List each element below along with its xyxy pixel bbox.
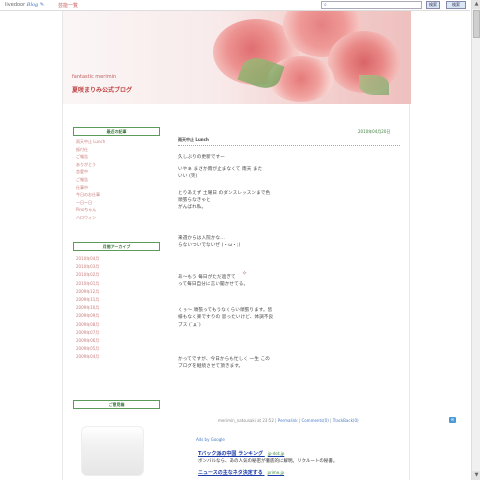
- recent-article-link[interactable]: ご報告: [76, 176, 105, 184]
- entry-text-line: 来週からは入院かな...: [178, 236, 225, 241]
- logo-text: livedoor: [5, 2, 26, 8]
- search-input[interactable]: ⌕: [321, 1, 422, 9]
- archive-link[interactable]: 2009年09月: [76, 312, 99, 320]
- archive-link[interactable]: 2009年08月: [76, 321, 99, 329]
- top-link[interactable]: 芸能一覧: [58, 2, 78, 9]
- recent-article-link[interactable]: 振付仕: [76, 146, 105, 154]
- entry-text-line: ブス (`д´): [178, 323, 201, 328]
- recent-articles-heading: 最近の記事: [73, 127, 160, 136]
- archive-link[interactable]: 2010年02月: [76, 271, 99, 279]
- archive-link[interactable]: 2009年12月: [76, 288, 99, 296]
- recent-article-link[interactable]: 仕事中: [76, 184, 105, 192]
- entry-text-line: がんばれ私。: [178, 205, 207, 210]
- opinion-box-heading: ご意見箱: [73, 400, 160, 409]
- entry-text-line: 頑張らなきゃと: [178, 198, 211, 203]
- search-button[interactable]: 検索: [426, 1, 440, 9]
- entry-footer: merimin_natsusaki at 23:52 | Permalink |…: [218, 418, 359, 423]
- entry-text-line: 様もなく楽ですりの 思ったいけど、体調不良: [178, 315, 274, 320]
- scroll-down-arrow-icon[interactable]: ▼: [472, 471, 480, 480]
- site-subtitle: fantastic merimin: [72, 74, 117, 80]
- archive-link[interactable]: 2009年07月: [76, 329, 99, 337]
- archive-link[interactable]: 2009年05月: [76, 345, 99, 353]
- entry-text-line: らないついでないぜ (・ω・;): [178, 243, 241, 248]
- recent-article-link[interactable]: 一日一日: [76, 199, 105, 207]
- recent-article-link[interactable]: 恋愛中: [76, 168, 105, 176]
- recent-article-link[interactable]: Pinoちゃん: [76, 206, 105, 214]
- header-leaf-image: [359, 75, 389, 95]
- ad-link[interactable]: ニュースの主なネタ決定する prime.jp: [198, 469, 284, 476]
- recent-article-link[interactable]: ありがとう: [76, 161, 105, 169]
- entry-text-line: あ〜もう 毎日がただ過ぎて: [178, 275, 236, 280]
- entry-text-line: って毎日自分に言い聞かせてる。: [178, 282, 249, 287]
- scroll-up-arrow-icon[interactable]: ▲: [472, 0, 480, 9]
- entry-author: merimin_natsusaki at 23:52: [218, 418, 274, 423]
- logo-swoosh-icon: ✎: [39, 2, 45, 8]
- search-button-2[interactable]: 検索: [446, 1, 466, 9]
- vertical-scrollbar[interactable]: ▲ ▼: [471, 0, 480, 480]
- comments-link[interactable]: Comments(0): [301, 418, 328, 423]
- ad-url: prime.jp: [267, 470, 285, 475]
- recent-article-link[interactable]: ご報告: [76, 153, 105, 161]
- ad-url: jp-dot.jp: [267, 451, 285, 456]
- entry-text-line: いやぁ まさか雨が止まなくて 雨天 また: [178, 167, 263, 172]
- ads-by-google-label[interactable]: Ads by Google: [196, 437, 225, 442]
- top-bar: livedoor Blog ✎ 芸能一覧 ⌕ 検索 検索: [0, 0, 470, 11]
- archive-link[interactable]: 2009年10月: [76, 304, 99, 312]
- recent-article-link[interactable]: 今日のお仕事: [76, 191, 105, 199]
- entry-title[interactable]: 雨天中止 Lunch: [178, 137, 400, 146]
- permalink-link[interactable]: Permalink: [278, 418, 298, 423]
- cellphone-emoji-icon: ✧: [242, 270, 248, 277]
- entry-text-line: かってですが、今日からも忙しく 一生 この: [178, 357, 270, 362]
- monthly-archive-heading: 月間アーカイブ: [73, 242, 160, 251]
- archive-link[interactable]: 2009年04月: [76, 353, 99, 361]
- entry-text-line: くぅ〜 頑張ってもうなくらい頑張ります。皆: [178, 308, 273, 313]
- recent-article-link[interactable]: ハロウィン: [76, 214, 105, 222]
- blog-page: fantastic merimin 夏咲まりみ公式ブログ 最近の記事 雨天中止 …: [62, 11, 456, 480]
- search-icon: ⌕: [324, 2, 327, 8]
- entry-text-line: 久しぶりの更新ですー: [178, 155, 225, 160]
- scrollbar-thumb[interactable]: [473, 10, 480, 38]
- entry-text-line: とりあえず 土曜日 のダンスレッスンまで色: [178, 191, 271, 196]
- recent-article-link[interactable]: 雨天中止 Lunch: [76, 138, 105, 146]
- blog-header: fantastic merimin 夏咲まりみ公式ブログ: [63, 11, 411, 104]
- archive-link[interactable]: 2010年03月: [76, 263, 99, 271]
- entry-text-line: ブログを継続させて頂きます。: [178, 364, 244, 369]
- archive-link[interactable]: 2009年11月: [76, 296, 99, 304]
- site-title[interactable]: 夏咲まりみ公式ブログ: [72, 85, 132, 94]
- ad-description: ボンバルなら、あの人気の秘密が徹底的に解明。リクルートの秘書。: [198, 459, 338, 464]
- logo-blog-text: Blog: [26, 2, 39, 8]
- livedoor-logo[interactable]: livedoor Blog ✎: [5, 2, 44, 8]
- opinion-box-widget[interactable]: [81, 426, 144, 476]
- ad-link[interactable]: Tバック派の中国 ランキング jp-dot.jp: [198, 450, 284, 457]
- entry-date: 2010年04月20日: [358, 129, 391, 134]
- recent-articles-list: 雨天中止 Lunch 振付仕 ご報告 ありがとう 恋愛中 ご報告 仕事中 今日の…: [76, 138, 105, 222]
- monthly-archive-list: 2010年04月 2010年03月 2010年02月 2010年01月 2009…: [76, 255, 99, 361]
- share-icon[interactable]: ✉: [449, 417, 456, 423]
- ad-title-text: Tバック派の中国 ランキング: [198, 451, 264, 457]
- archive-link[interactable]: 2010年01月: [76, 280, 99, 288]
- archive-link[interactable]: 2010年04月: [76, 255, 99, 263]
- trackback-link[interactable]: TrackBack(0): [333, 418, 359, 423]
- entry-text-line: いい (笑): [178, 174, 198, 179]
- archive-link[interactable]: 2009年06月: [76, 337, 99, 345]
- ad-title-text: ニュースの主なネタ決定する: [198, 470, 263, 476]
